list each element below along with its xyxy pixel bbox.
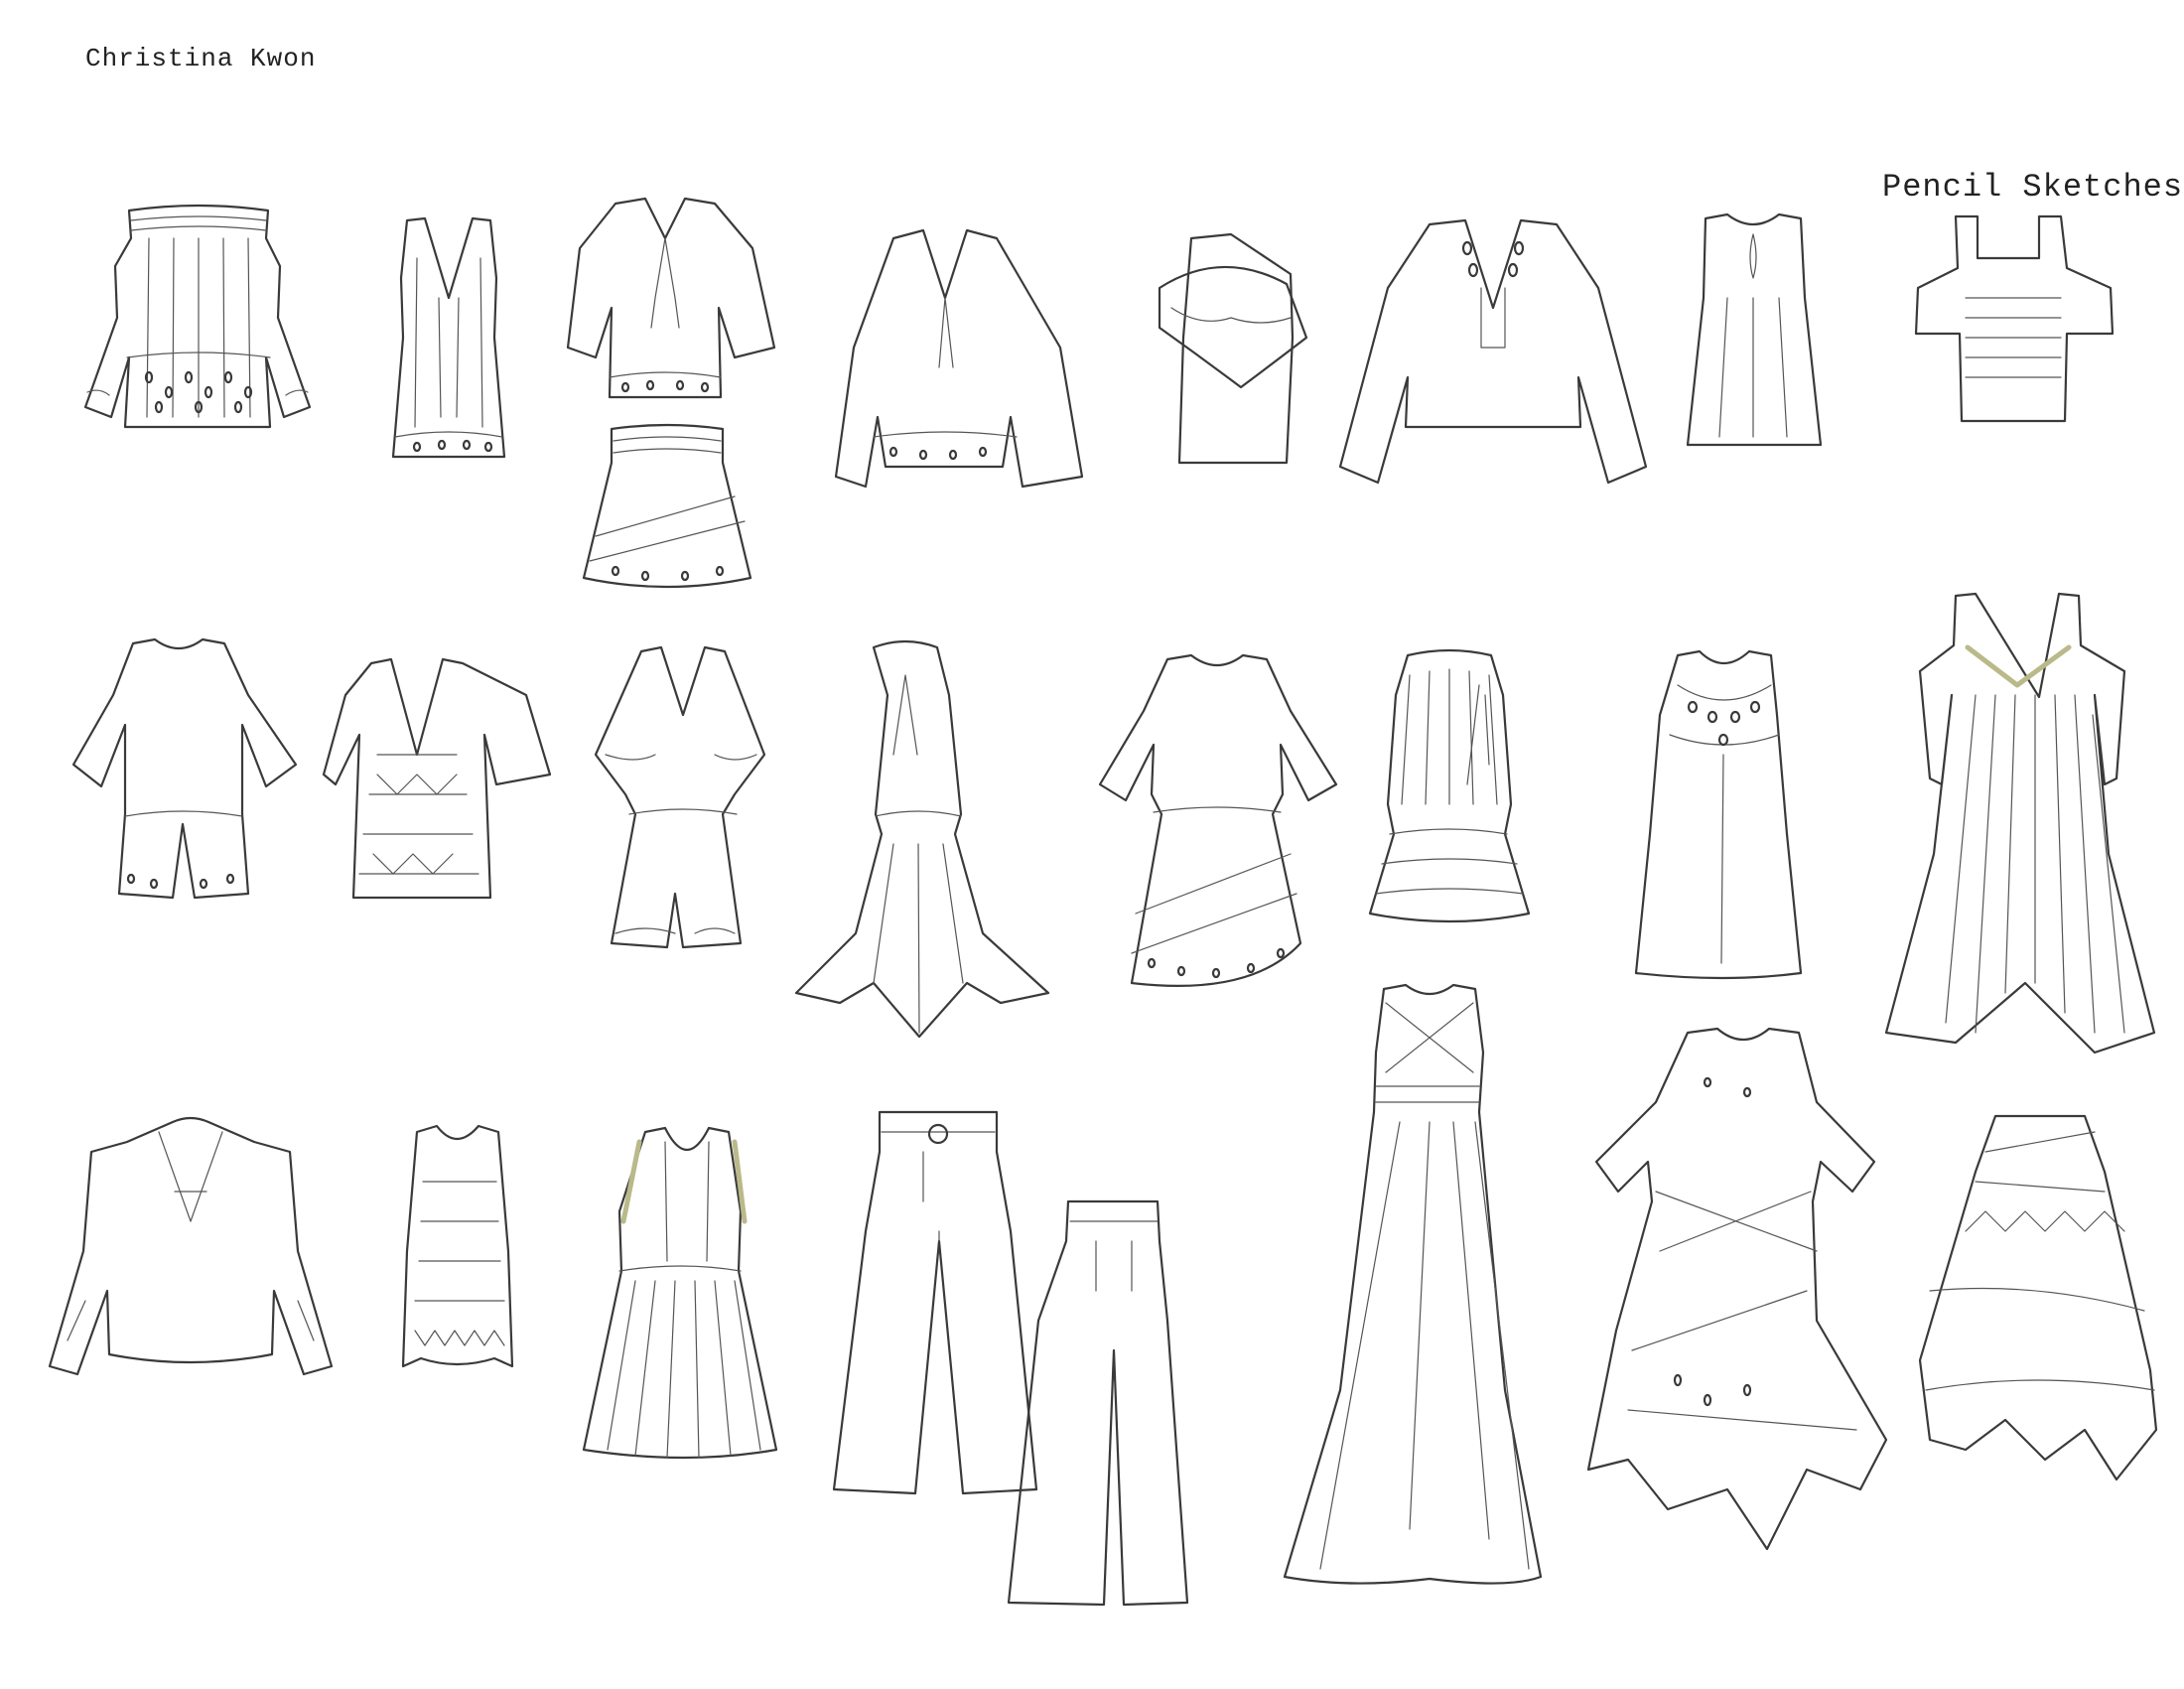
sketch-patchwork-dress	[1586, 1027, 1888, 1551]
sketch-halter-hanky-dress	[794, 639, 1050, 1039]
sketch-eyelet-midi-dress	[1098, 653, 1338, 987]
sketch-wide-leg-trousers-a	[832, 1110, 1038, 1495]
sketch-keyhole-tank	[1686, 212, 1823, 447]
sketch-halter-shift	[1634, 649, 1803, 980]
sketch-textured-halter-top	[401, 1124, 514, 1368]
sketch-sheet	[48, 197, 2158, 1607]
sketch-peasant-top	[566, 197, 776, 399]
sketch-ruffle-romper	[594, 645, 766, 949]
sketch-halter-gown	[1283, 983, 1543, 1585]
sketch-handkerchief-skirt	[1918, 1114, 2158, 1481]
sketch-sleeveless-shift	[391, 216, 506, 459]
sketch-off-shoulder-dress	[83, 204, 312, 429]
sketch-pleated-vest-dress	[582, 1126, 778, 1460]
sketch-wide-leg-trousers-b	[1007, 1199, 1189, 1607]
sketch-pleated-maxi	[1884, 592, 2156, 1055]
sketch-bell-sleeve-tunic	[48, 1116, 334, 1376]
sketch-crochet-caftan	[322, 657, 552, 900]
sketch-cold-shoulder-romper	[71, 637, 298, 900]
sketch-smocked-skirt	[582, 423, 752, 589]
sketch-cape-blouse	[834, 228, 1084, 489]
sketch-bishop-sleeve-top	[1338, 218, 1648, 485]
sketch-pleated-tiered-mini	[1368, 648, 1531, 923]
sketch-square-neck-top	[1914, 214, 2115, 423]
sketch-one-shoulder-top	[1158, 232, 1308, 465]
